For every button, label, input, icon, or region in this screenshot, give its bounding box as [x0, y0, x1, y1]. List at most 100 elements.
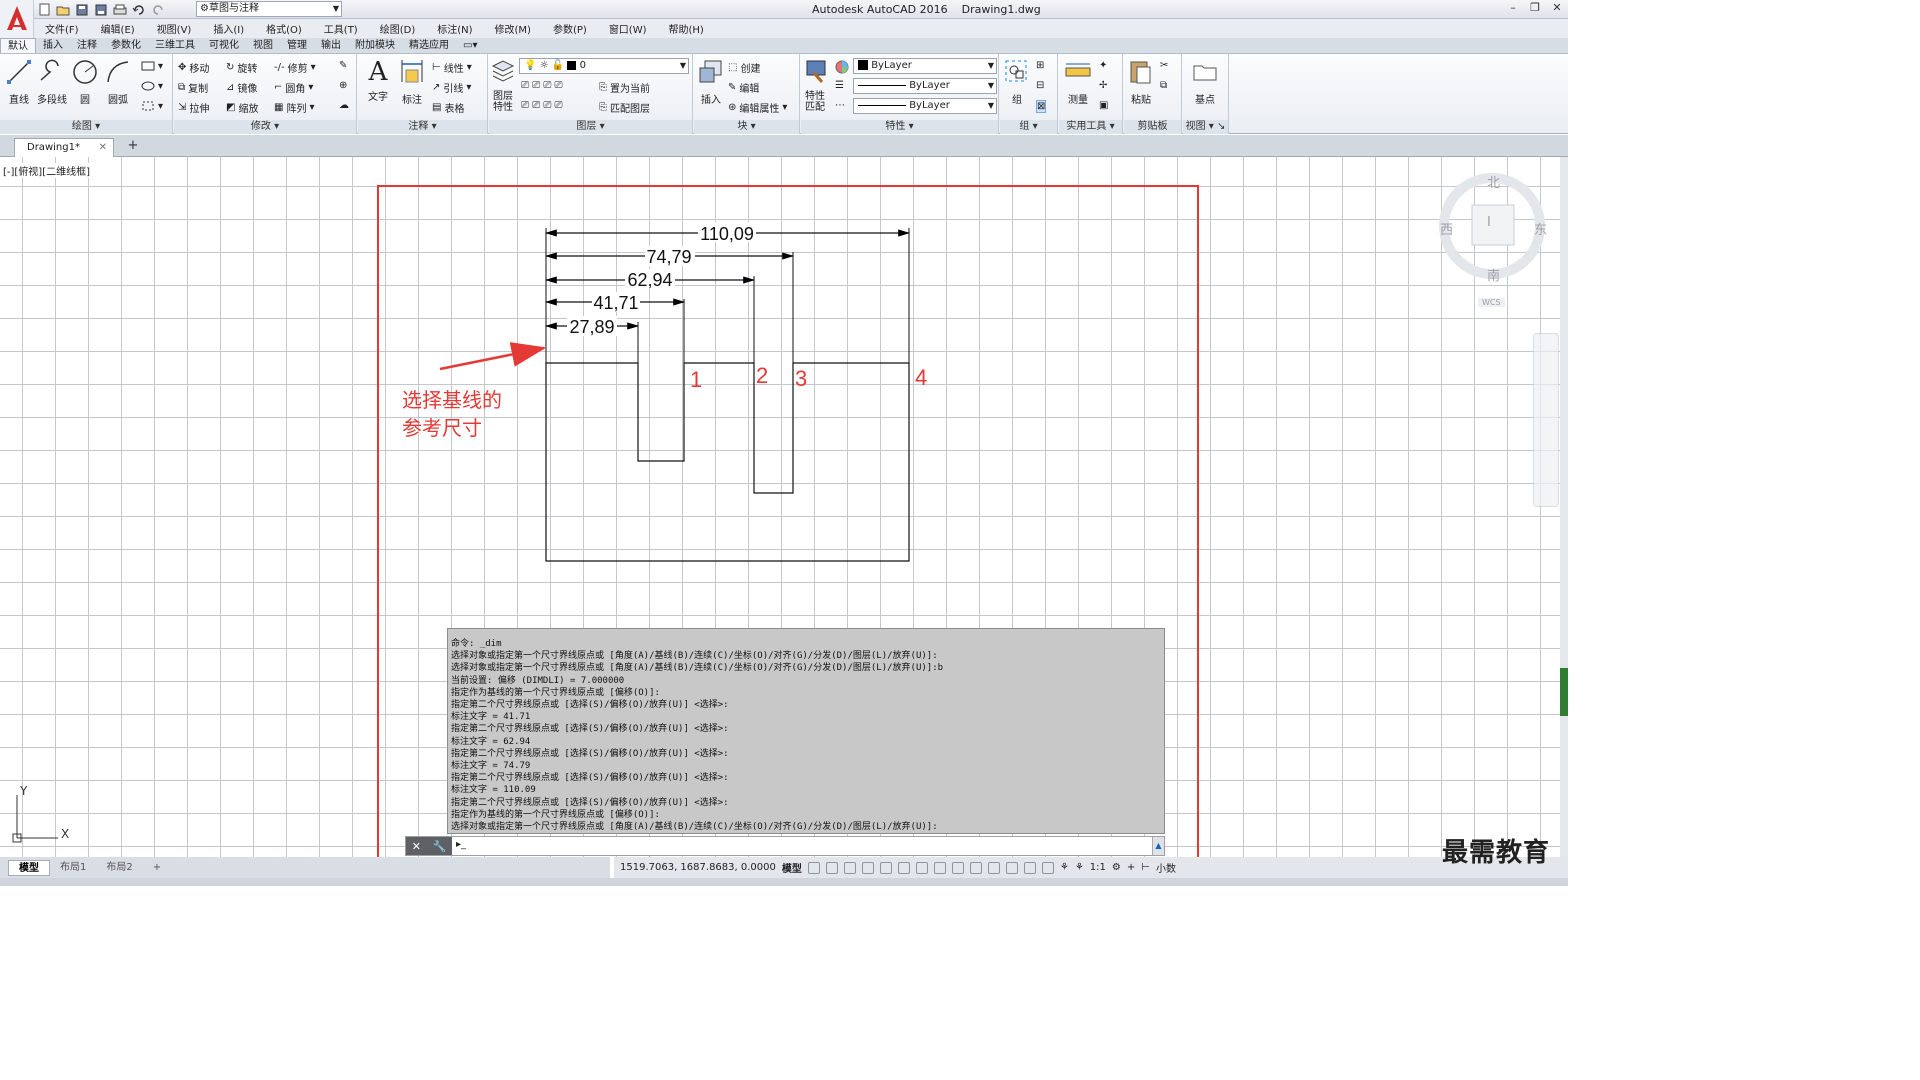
ribbon-tab[interactable]: 输出	[314, 38, 348, 53]
compass-east[interactable]: 东	[1534, 219, 1547, 238]
layer-dropdown[interactable]: 💡 ☼ 🔓 0 ▼	[519, 58, 689, 74]
stretch-button[interactable]: ⇲ 拉伸	[178, 100, 209, 115]
document-tab[interactable]: Drawing1* ✕	[14, 138, 114, 157]
transparency-icon[interactable]	[951, 861, 964, 874]
block-panel-title[interactable]: 块 ▾	[694, 120, 799, 134]
menu-item[interactable]: 格式(O)	[266, 21, 302, 36]
annotation-scale-value[interactable]: 1:1	[1090, 862, 1106, 873]
3dosnap-icon[interactable]	[987, 861, 1000, 874]
groups-panel-title[interactable]: 组 ▾	[1000, 120, 1057, 134]
ribbon-tab[interactable]: 管理	[280, 38, 314, 53]
create-block-button[interactable]: ⬚ 创建	[728, 60, 760, 75]
dim-text-27[interactable]: 27,89	[569, 317, 614, 337]
dynamic-ucs-icon[interactable]	[1005, 861, 1018, 874]
menu-item[interactable]: 窗口(W)	[609, 21, 647, 36]
app-menu-button[interactable]	[0, 0, 34, 38]
trim-button[interactable]: -/- 修剪 ▾	[274, 60, 316, 75]
ribbon-tab[interactable]: 精选应用	[402, 38, 456, 53]
menu-item[interactable]: 帮助(H)	[669, 21, 704, 36]
view-panel-title[interactable]: 视图 ▾ ↘	[1183, 120, 1228, 134]
viewcube[interactable]: 北 南 东 西 Ⅰ WCS	[1432, 165, 1552, 315]
edit-block-button[interactable]: ✎ 编辑	[728, 80, 759, 95]
part-outline[interactable]	[545, 362, 910, 562]
draw-panel-title[interactable]: 绘图 ▾	[0, 120, 172, 134]
base-point-button[interactable]: 基点	[1187, 58, 1223, 106]
redo-icon[interactable]	[150, 2, 166, 17]
ribbon-tab[interactable]: 三维工具	[148, 38, 202, 53]
workspace-gear-icon[interactable]: ⚙	[1112, 862, 1121, 873]
osnap-icon[interactable]	[897, 861, 910, 874]
linetype-icon[interactable]: ⋯	[835, 100, 845, 111]
lineweight-dropdown[interactable]: ByLayer ▼	[853, 98, 997, 114]
viewcube-top-face[interactable]: Ⅰ	[1487, 215, 1491, 230]
group-button[interactable]: 组	[1002, 58, 1032, 106]
modify-panel-title[interactable]: 修改 ▾	[174, 120, 356, 134]
navigation-bar[interactable]	[1533, 333, 1559, 507]
menu-item[interactable]: 视图(V)	[157, 21, 192, 36]
scale-button[interactable]: ◩ 缩放	[226, 100, 258, 115]
utilities-panel-title[interactable]: 实用工具 ▾	[1059, 120, 1122, 134]
selection-filter-icon[interactable]	[1023, 861, 1036, 874]
leader-button[interactable]: ↗ 引线 ▾	[432, 80, 471, 95]
point-icon[interactable]: ✢	[1099, 80, 1107, 91]
dim-text-62[interactable]: 62,94	[627, 270, 672, 290]
color-dropdown[interactable]: ByLayer ▼	[853, 58, 997, 74]
menu-item[interactable]: 绘图(D)	[380, 21, 416, 36]
command-scroll-button[interactable]: ▲	[1152, 837, 1164, 855]
hatch-icon[interactable]: ▾	[141, 80, 163, 92]
copy-clip-icon[interactable]: ⧉	[1160, 80, 1167, 91]
close-icon[interactable]: ✕	[1546, 0, 1568, 17]
otrack-icon[interactable]	[915, 861, 928, 874]
compass-west[interactable]: 西	[1440, 219, 1453, 238]
calculator-icon[interactable]: ▣	[1099, 100, 1108, 111]
erase-icon[interactable]: ✎	[339, 60, 347, 71]
arc-button[interactable]: 圆弧	[103, 58, 133, 106]
restore-icon[interactable]: ❐	[1524, 0, 1546, 17]
layout-tab[interactable]: 布局2	[96, 860, 142, 876]
linear-button[interactable]: ⊢ 线性 ▾	[432, 60, 472, 75]
menu-item[interactable]: 工具(T)	[324, 21, 358, 36]
menu-item[interactable]: 文件(F)	[45, 21, 79, 36]
plot-icon[interactable]	[112, 2, 128, 17]
annotation-visibility-icon[interactable]: ⚘	[1060, 862, 1069, 873]
lineweight-toggle-icon[interactable]	[933, 861, 946, 874]
ortho-icon[interactable]	[861, 861, 874, 874]
circle-button[interactable]: 圆	[70, 58, 100, 106]
set-current-button[interactable]: ⎘ 置为当前	[599, 80, 650, 95]
color-wheel-icon[interactable]	[835, 60, 849, 74]
save-icon[interactable]	[74, 2, 90, 17]
open-icon[interactable]	[55, 2, 71, 17]
undo-icon[interactable]	[131, 2, 147, 17]
wrench-icon[interactable]: 🔧	[433, 840, 447, 853]
quick-select-icon[interactable]: ✦	[1099, 60, 1107, 71]
array-button[interactable]: ▦ 阵列 ▾	[274, 100, 314, 115]
isolate-icon[interactable]: ⊢	[1141, 862, 1150, 873]
offset-icon[interactable]: ☁	[339, 100, 349, 111]
wcs-label[interactable]: WCS	[1478, 298, 1505, 307]
ribbon-tab[interactable]: 插入	[36, 38, 70, 53]
menu-item[interactable]: 标注(N)	[437, 21, 472, 36]
command-input[interactable]: ▸_	[452, 837, 1152, 855]
polyline-button[interactable]: 多段线	[35, 58, 69, 106]
model-space-button[interactable]: 模型	[782, 860, 802, 875]
scrollbar-thumb[interactable]	[1560, 668, 1568, 716]
boundary-icon[interactable]: ▾	[141, 100, 163, 112]
compass-south[interactable]: 南	[1487, 265, 1500, 284]
layout-tab[interactable]: 布局1	[50, 860, 96, 876]
close-icon[interactable]: ✕	[412, 840, 421, 853]
edit-attributes-button[interactable]: ⊛ 编辑属性 ▾	[728, 100, 787, 115]
coordinates-readout[interactable]: 1519.7063, 1687.8683, 0.0000	[620, 862, 776, 873]
annotation-panel-title[interactable]: 注释 ▾	[358, 120, 487, 134]
annotation-scale-icon[interactable]: ⚘	[1075, 862, 1084, 873]
dim-text-74[interactable]: 74,79	[646, 247, 691, 267]
move-button[interactable]: ✥ 移动	[178, 60, 209, 75]
ribbon-tab[interactable]: 视图	[246, 38, 280, 53]
menu-item[interactable]: 编辑(E)	[101, 21, 135, 36]
match-layer-button[interactable]: ⎘ 匹配图层	[599, 100, 650, 115]
explode-icon[interactable]: ⊕	[339, 80, 347, 91]
close-tab-icon[interactable]: ✕	[99, 142, 107, 153]
save-as-icon[interactable]	[93, 2, 109, 17]
infer-icon[interactable]	[843, 861, 856, 874]
new-icon[interactable]	[36, 2, 52, 17]
dimension-button[interactable]: 标注	[396, 58, 428, 106]
